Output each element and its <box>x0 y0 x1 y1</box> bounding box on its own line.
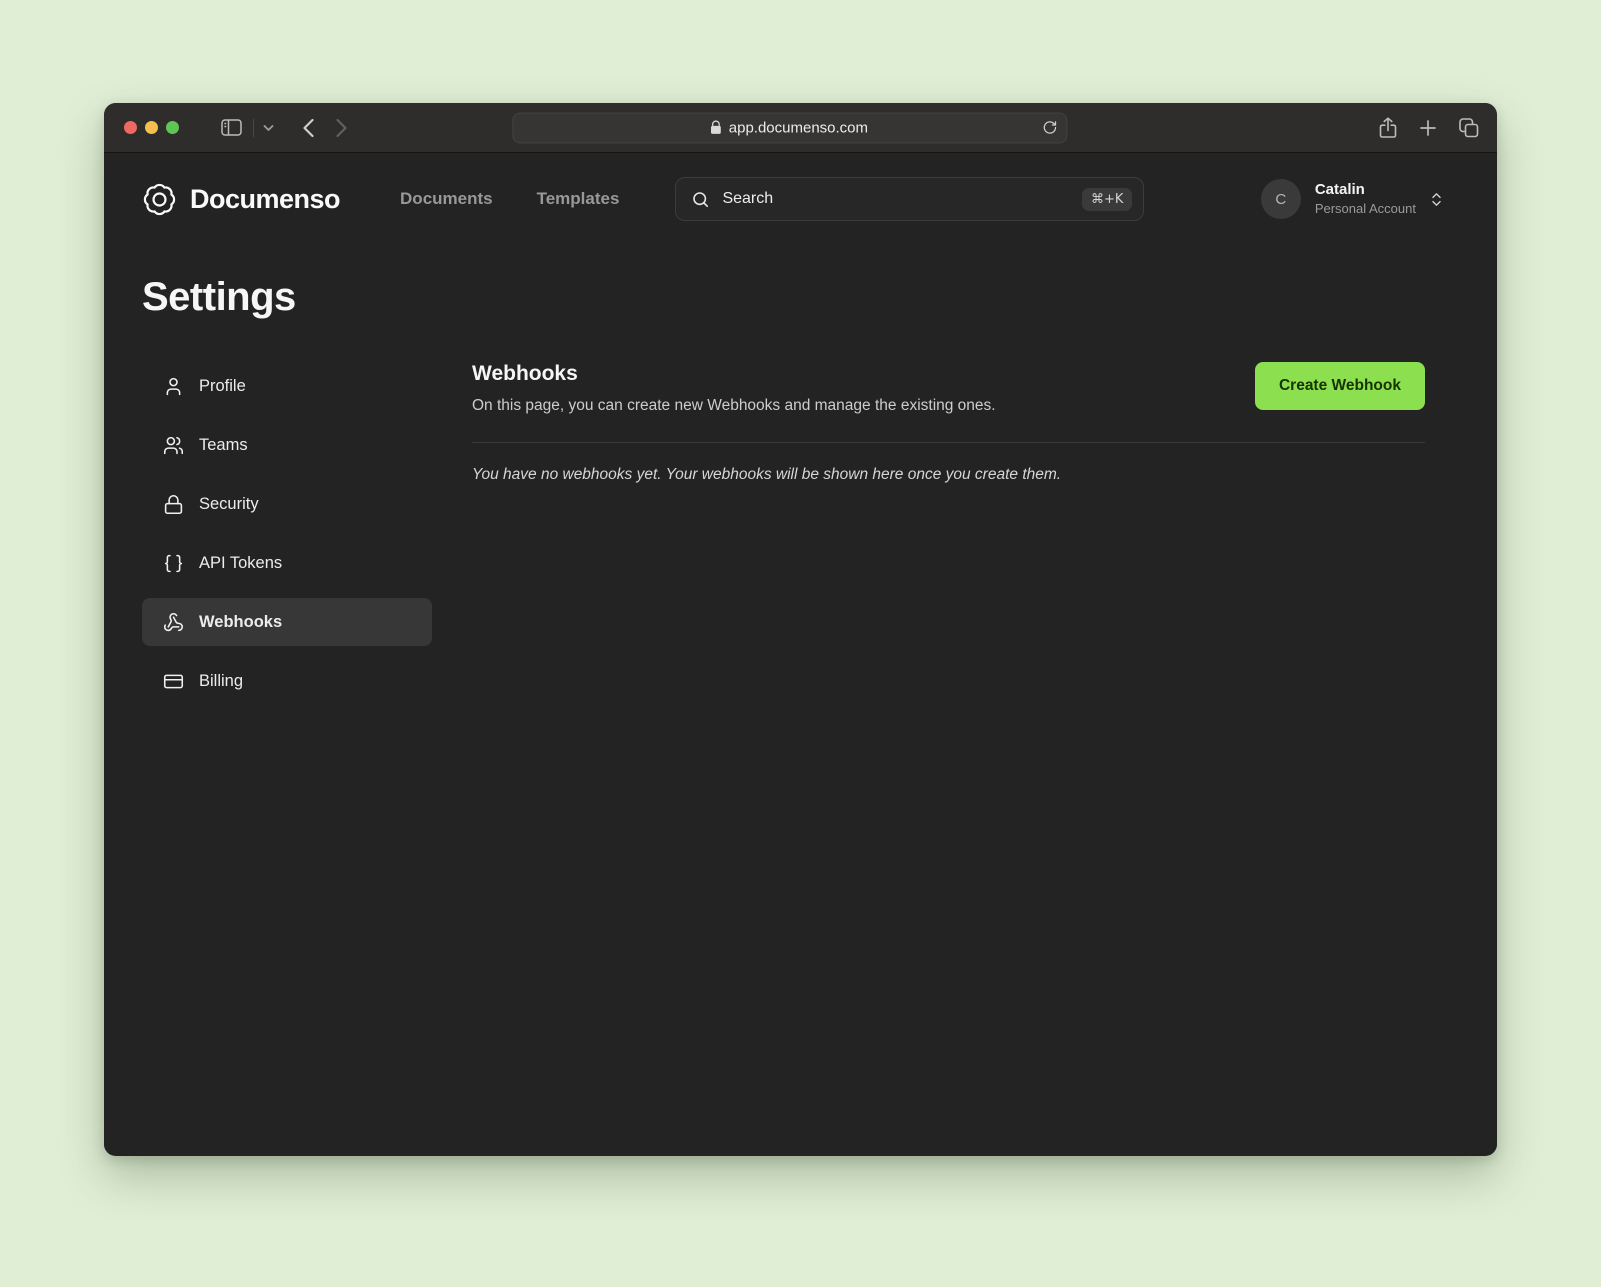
browser-toolbar: app.documenso.com <box>104 103 1497 153</box>
zoom-window-button[interactable] <box>166 121 179 134</box>
new-tab-icon[interactable] <box>1419 119 1437 137</box>
toolbar-divider <box>253 119 254 137</box>
lock-icon <box>711 121 722 135</box>
settings-nav: Profile Teams Security <box>142 362 432 716</box>
sidebar-item-label: Security <box>199 495 259 514</box>
sidebar-item-label: Webhooks <box>199 613 282 632</box>
panel-description: On this page, you can create new Webhook… <box>472 397 996 415</box>
settings-content: Profile Teams Security <box>104 320 1497 716</box>
sidebar-item-label: Profile <box>199 377 246 396</box>
nav-templates[interactable]: Templates <box>537 189 620 209</box>
documenso-app: Documenso Documents Templates Search ⌘+K… <box>104 153 1497 1155</box>
sidebar-item-security[interactable]: Security <box>142 480 432 528</box>
users-icon <box>163 435 184 456</box>
user-icon <box>163 376 184 397</box>
address-bar[interactable]: app.documenso.com <box>512 112 1067 143</box>
address-text: app.documenso.com <box>729 119 868 136</box>
divider <box>472 442 1425 443</box>
account-name: Catalin <box>1315 181 1416 200</box>
sidebar-item-billing[interactable]: Billing <box>142 657 432 705</box>
sidebar-item-profile[interactable]: Profile <box>142 362 432 410</box>
search-placeholder: Search <box>722 190 773 208</box>
search-input[interactable]: Search ⌘+K <box>675 177 1144 221</box>
sidebar-item-label: API Tokens <box>199 554 282 573</box>
close-window-button[interactable] <box>124 121 137 134</box>
sidebar-item-webhooks[interactable]: Webhooks <box>142 598 432 646</box>
panel-title: Webhooks <box>472 362 996 386</box>
top-nav: Documents Templates <box>400 189 619 209</box>
brand-name: Documenso <box>190 184 340 215</box>
brand[interactable]: Documenso <box>142 182 340 217</box>
sidebar-menu-chevron-icon[interactable] <box>263 124 274 132</box>
lock-icon <box>163 494 184 515</box>
credit-card-icon <box>163 671 184 692</box>
account-type: Personal Account <box>1315 201 1416 217</box>
create-webhook-button[interactable]: Create Webhook <box>1255 362 1425 410</box>
braces-icon <box>163 553 184 574</box>
sidebar-item-teams[interactable]: Teams <box>142 421 432 469</box>
sidebar-item-label: Teams <box>199 436 248 455</box>
empty-state-text: You have no webhooks yet. Your webhooks … <box>472 466 1425 484</box>
sidebar-item-api-tokens[interactable]: API Tokens <box>142 539 432 587</box>
webhooks-header-text: Webhooks On this page, you can create ne… <box>472 362 996 415</box>
account-menu[interactable]: C Catalin Personal Account <box>1261 179 1445 219</box>
forward-button[interactable] <box>336 118 348 138</box>
webhook-icon <box>163 612 184 633</box>
account-text: Catalin Personal Account <box>1315 181 1416 217</box>
back-button[interactable] <box>302 118 314 138</box>
toolbar-right-icons <box>1379 103 1479 153</box>
search-shortcut-badge: ⌘+K <box>1082 188 1132 211</box>
nav-documents[interactable]: Documents <box>400 189 493 209</box>
sidebar-item-label: Billing <box>199 672 243 691</box>
avatar: C <box>1261 179 1301 219</box>
webhooks-header: Webhooks On this page, you can create ne… <box>472 362 1425 415</box>
tab-overview-icon[interactable] <box>1459 118 1479 138</box>
sidebar-toggle-icon[interactable] <box>221 119 242 136</box>
browser-window: app.documenso.com <box>104 103 1497 1156</box>
share-icon[interactable] <box>1379 117 1397 139</box>
search-icon <box>691 190 710 209</box>
chevrons-up-down-icon <box>1428 191 1445 208</box>
webhooks-panel: Webhooks On this page, you can create ne… <box>472 362 1425 484</box>
traffic-lights <box>124 121 179 134</box>
app-header: Documenso Documents Templates Search ⌘+K… <box>104 153 1497 221</box>
documenso-logo-icon <box>142 182 177 217</box>
page-title: Settings <box>142 275 1497 320</box>
reload-icon[interactable] <box>1042 120 1057 136</box>
minimize-window-button[interactable] <box>145 121 158 134</box>
